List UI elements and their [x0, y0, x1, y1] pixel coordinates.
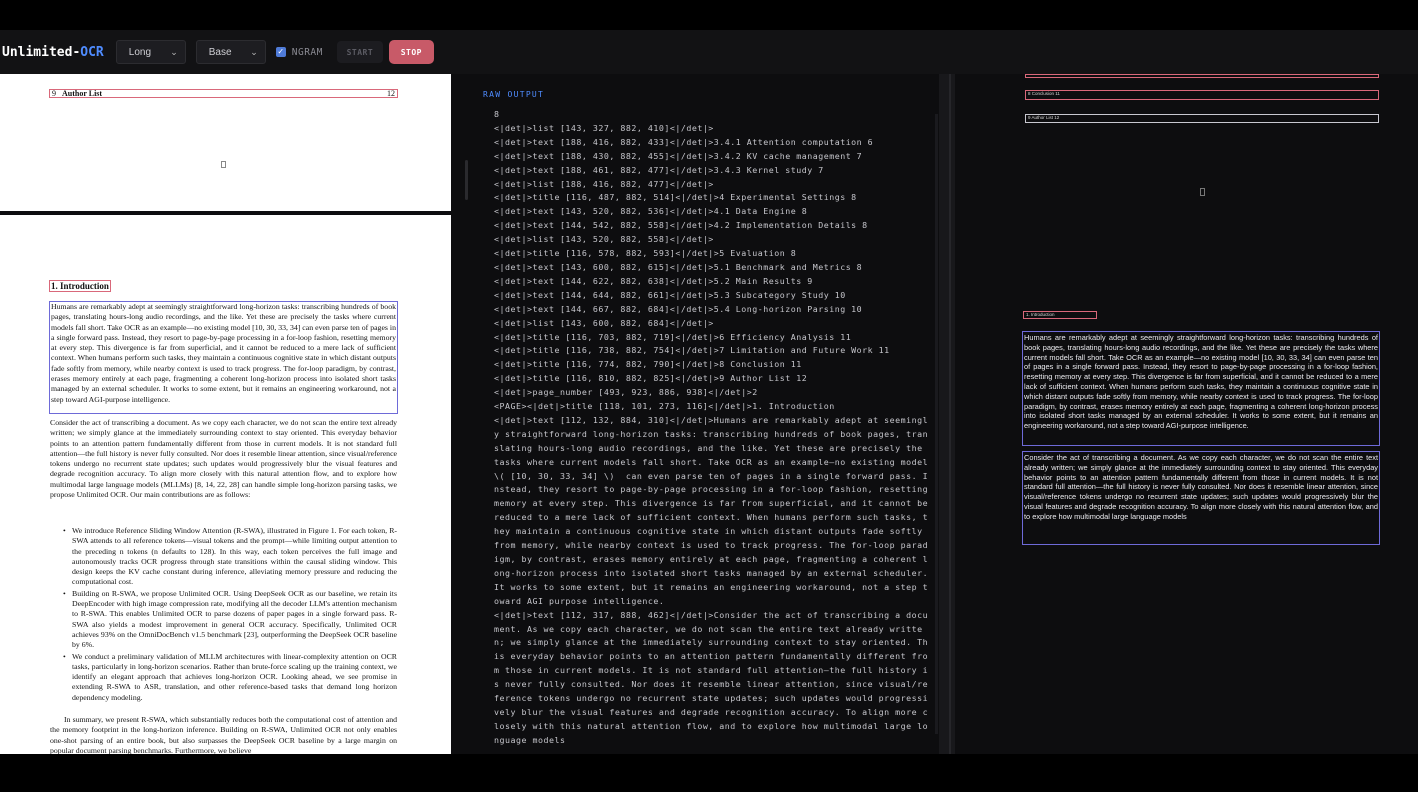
scrollbar-thumb[interactable]: [465, 160, 468, 200]
recognized-text: Consider the act of transcribing a docum…: [1024, 453, 1378, 521]
detection-visualization-panel[interactable]: 8 Conclusion 11 9 Author List 12 1. Intr…: [955, 74, 1418, 754]
document-viewer[interactable]: 9 Author List 12 1. Introduction Humans …: [0, 74, 451, 754]
raw-output-title: RAW OUTPUT: [483, 90, 545, 99]
stop-button[interactable]: STOP: [388, 40, 434, 64]
brand-prefix: Unlimited-: [2, 44, 81, 60]
checkbox-checked-icon[interactable]: ✓: [275, 47, 286, 57]
divider-line: [949, 74, 951, 754]
paragraph: In summary, we present R-SWA, which subs…: [50, 715, 397, 754]
detection-box-introduction: 1. Introduction: [1023, 311, 1097, 319]
chevron-down-icon: ⌄: [170, 46, 178, 57]
raw-output-text: 8 <|det|>list [143, 327, 882, 410]<|/det…: [494, 109, 929, 745]
mode-select-value: Long: [128, 46, 152, 58]
detection-box-author-list: 9 Author List 12: [1025, 114, 1379, 123]
toc-entry: 9 Author List: [52, 89, 103, 98]
raw-output-panel[interactable]: RAW OUTPUT 8 <|det|>list [143, 327, 882,…: [469, 74, 939, 754]
detection-box-paragraph: Humans are remarkably adept at seemingly…: [49, 301, 398, 414]
section-heading: 1. Introduction: [49, 280, 111, 292]
list-item: We conduct a preliminary validation of M…: [50, 652, 397, 703]
toc-page-number: 12: [387, 89, 395, 98]
page-number-box: [1200, 188, 1205, 196]
start-button[interactable]: START: [336, 41, 383, 63]
app-logo: Unlimited-OCR: [2, 45, 104, 60]
list-item: Building on R-SWA, we propose Unlimited …: [50, 589, 397, 651]
bottom-letterbox: [0, 754, 1418, 792]
scrollbar[interactable]: [935, 114, 938, 734]
chevron-down-icon: ⌄: [250, 46, 258, 57]
detection-box: [1025, 74, 1379, 78]
model-select[interactable]: Base ⌄: [195, 40, 266, 64]
ngram-label: NGRAM: [291, 46, 323, 58]
recognized-text: Humans are remarkably adept at seemingly…: [1024, 333, 1378, 431]
detection-box-author-list: 9 Author List 12: [49, 89, 398, 98]
ngram-toggle[interactable]: ✓ NGRAM: [275, 46, 323, 58]
mode-select[interactable]: Long ⌄: [115, 40, 186, 64]
model-select-value: Base: [208, 46, 232, 58]
paragraph: Consider the act of transcribing a docum…: [50, 418, 397, 500]
detection-box-conclusion: 8 Conclusion 11: [1025, 90, 1379, 100]
top-letterbox: [0, 0, 1418, 30]
toolbar: Unlimited-OCR Long ⌄ Base ⌄ ✓ NGRAM START S…: [0, 30, 1418, 74]
document-page: 9 Author List 12: [0, 74, 451, 211]
contribution-list: We introduce Reference Sliding Window At…: [50, 526, 397, 704]
document-page: 1. Introduction Humans are remarkably ad…: [0, 215, 451, 754]
pane-divider[interactable]: [451, 74, 469, 754]
brand-accent: OCR: [80, 44, 104, 60]
list-item: We introduce Reference Sliding Window At…: [50, 526, 397, 588]
page-number-box: [221, 161, 226, 168]
pane-divider[interactable]: [939, 74, 955, 754]
